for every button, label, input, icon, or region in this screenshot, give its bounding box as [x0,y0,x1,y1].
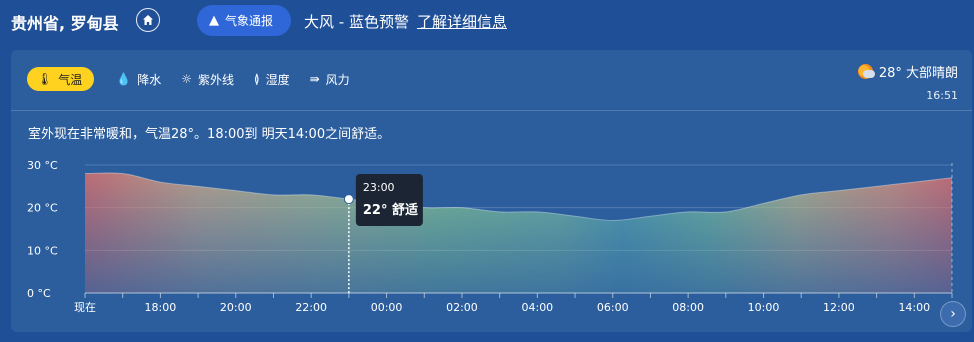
hover-point [343,194,354,205]
home-button[interactable] [136,8,160,32]
header: 贵州省, 罗甸县 ▲ 气象通报 大风 - 蓝色预警 了解详细信息 [0,0,974,44]
y-tick-label: 0 °C [27,287,51,300]
x-tick-label: 18:00 [145,301,177,314]
warning-icon: ▲ [209,13,219,28]
x-tick-label: 12:00 [823,301,855,314]
x-tick-label: 02:00 [446,301,478,314]
x-tick-label: 08:00 [672,301,704,314]
x-tick-label: 04:00 [521,301,553,314]
location-title: 贵州省, 罗甸县 [11,14,119,33]
alert-badge-label: 气象通报 [225,14,274,28]
x-tick-label: 现在 [74,301,96,314]
y-tick-label: 10 °C [27,244,58,257]
x-tick-label: 22:00 [295,301,327,314]
x-tick-label: 14:00 [898,301,930,314]
alert-details-link[interactable]: 了解详细信息 [417,11,507,32]
tooltip-value: 22° 舒适 [363,202,418,218]
forecast-panel: 🌡 气温 💧 降水 ☼ 紫外线 ≬ 湿度 ⇛ 风力 28° 大部晴朗 16:51… [11,50,972,332]
next-page-button[interactable]: › [940,301,966,327]
tooltip-time: 23:00 [363,181,395,194]
temperature-chart[interactable]: 0 °C 10 °C 20 °C 30 °C 现在 18:00 20:00 22:00 00:0… [11,50,972,332]
x-tick-label: 10:00 [748,301,780,314]
y-tick-label: 20 °C [27,202,58,215]
temperature-area [85,172,952,293]
home-icon [143,15,153,25]
chevron-right-icon: › [950,306,956,322]
y-tick-label: 30 °C [27,159,58,172]
x-tick-label: 20:00 [220,301,252,314]
x-tick-label: 00:00 [371,301,403,314]
alert-badge-button[interactable]: ▲ 气象通报 [197,5,291,36]
x-tick-label: 06:00 [597,301,629,314]
alert-text: 大风 - 蓝色预警 [304,13,409,31]
